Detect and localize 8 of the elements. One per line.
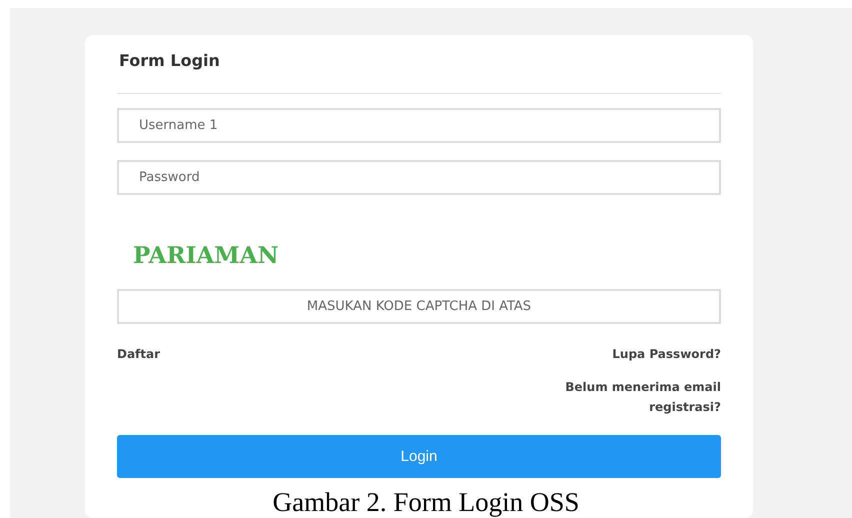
form-title: Form Login	[118, 51, 221, 72]
captcha-field[interactable]: MASUKAN KODE CAPTCHA DI ATAS	[117, 289, 721, 324]
help-link[interactable]: Lupa Password?	[612, 347, 721, 361]
register-link[interactable]: Daftar	[117, 347, 160, 361]
password-field[interactable]: Password	[117, 160, 721, 195]
captcha-image: PARIAMAN	[133, 242, 279, 269]
username-field[interactable]: Username 1	[117, 108, 721, 143]
help-link[interactable]: Belum menerima email registrasi?	[496, 377, 721, 417]
